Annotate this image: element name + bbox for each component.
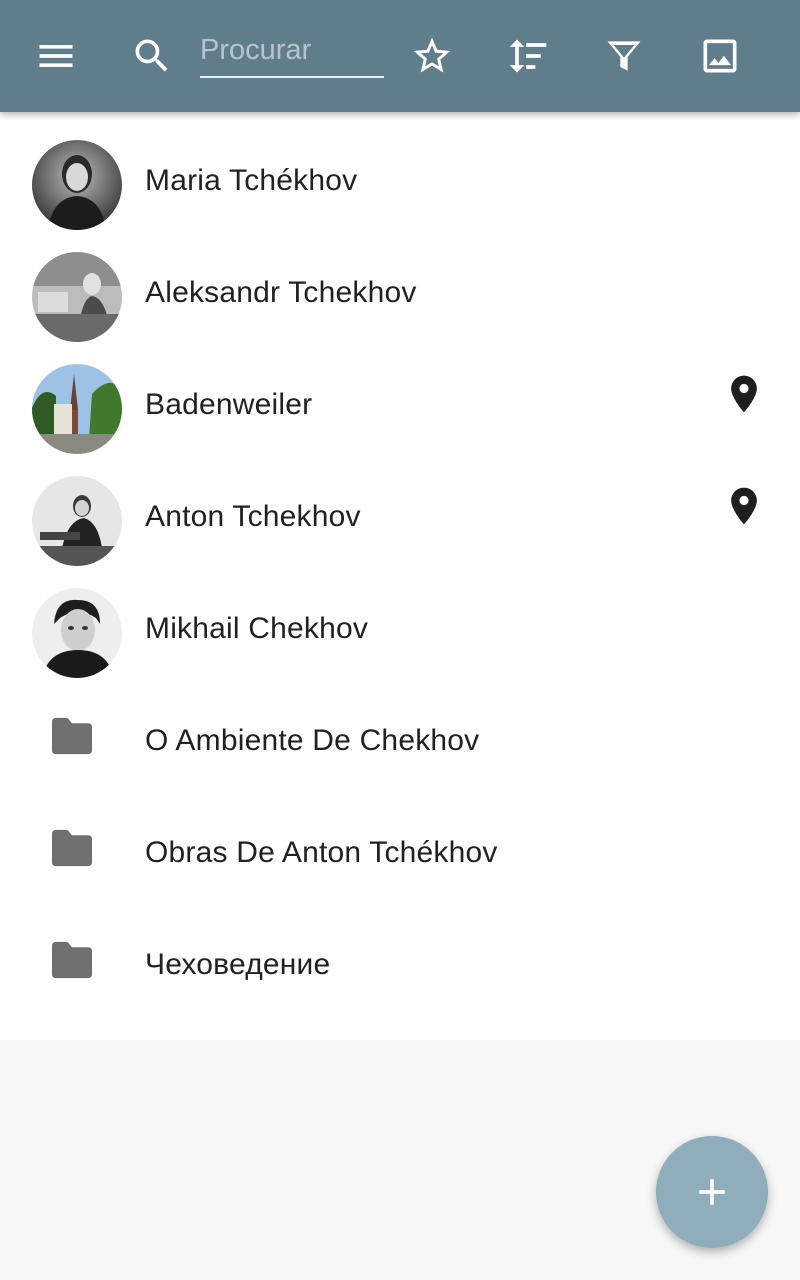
list-item[interactable]: Aleksandr Tchekhov: [0, 224, 800, 342]
avatar: [32, 140, 122, 230]
add-button[interactable]: [656, 1136, 768, 1248]
item-title: O Ambiente De Chekhov: [145, 724, 480, 757]
item-title: Чеховедение: [145, 948, 331, 981]
list-item[interactable]: Badenweiler: [0, 336, 800, 454]
list-item[interactable]: Anton Tchekhov: [0, 448, 800, 566]
place-photo: [32, 364, 122, 454]
portrait-photo: [32, 140, 122, 230]
avatar: [32, 364, 122, 454]
favorites-button[interactable]: [408, 32, 456, 80]
app-toolbar: [0, 0, 800, 112]
list-item[interactable]: Maria Tchékhov: [0, 112, 800, 230]
image-icon: [703, 39, 737, 73]
sort-icon: [509, 39, 547, 73]
search-input[interactable]: [200, 24, 384, 78]
list-item[interactable]: Чеховедение: [0, 896, 800, 1008]
avatar: [32, 476, 122, 566]
portrait-photo: [32, 588, 122, 678]
search-field-container: [200, 24, 384, 82]
location-pin-icon[interactable]: [722, 372, 766, 416]
portrait-photo: [32, 476, 122, 566]
list-item[interactable]: Obras De Anton Tchékhov: [0, 784, 800, 896]
sort-button[interactable]: [504, 32, 552, 80]
portrait-photo: [32, 252, 122, 342]
avatar: [32, 252, 122, 342]
filter-icon: [607, 41, 641, 71]
image-button[interactable]: [696, 32, 744, 80]
location-pin-icon[interactable]: [722, 484, 766, 528]
filter-button[interactable]: [600, 32, 648, 80]
item-title: Badenweiler: [145, 388, 313, 421]
item-title: Mikhail Chekhov: [145, 612, 369, 645]
search-button[interactable]: [128, 32, 176, 80]
list-item[interactable]: Mikhail Chekhov: [0, 560, 800, 678]
plus-icon: [699, 1179, 725, 1205]
menu-button[interactable]: [32, 32, 80, 80]
item-title: Aleksandr Tchekhov: [145, 276, 417, 309]
search-icon: [135, 39, 168, 72]
folder-icon: [50, 716, 94, 756]
item-list: Maria Tchékhov Aleksandr Tchekhov Badenw…: [0, 112, 800, 1040]
item-title: Anton Tchekhov: [145, 500, 361, 533]
avatar: [32, 588, 122, 678]
item-title: Maria Tchékhov: [145, 164, 358, 197]
item-title: Obras De Anton Tchékhov: [145, 836, 498, 869]
menu-icon: [39, 45, 73, 67]
star-outline-icon: [413, 37, 451, 73]
list-item[interactable]: O Ambiente De Chekhov: [0, 672, 800, 784]
folder-icon: [50, 828, 94, 868]
folder-icon: [50, 940, 94, 980]
